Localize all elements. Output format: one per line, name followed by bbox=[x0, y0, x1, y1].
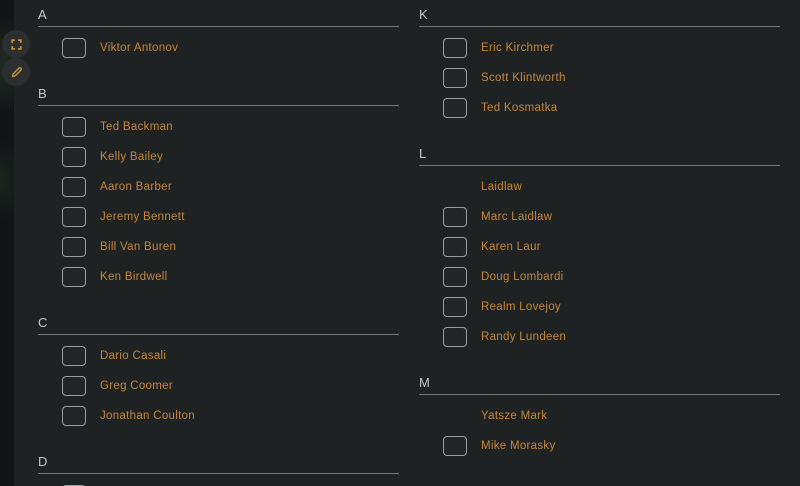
person-name: Marc Laidlaw bbox=[481, 210, 552, 224]
section-rows: Eric Kirchmer Scott Klintworth Ted Kosmatk… bbox=[419, 33, 780, 123]
person-name: Bill Van Buren bbox=[100, 240, 176, 254]
person-name: Ted Kosmatka bbox=[481, 101, 557, 115]
list-item: Viktor Antonov bbox=[38, 33, 399, 63]
list-item: Mike Morasky bbox=[419, 431, 780, 461]
checkbox[interactable] bbox=[62, 406, 86, 426]
checkbox[interactable] bbox=[62, 237, 86, 257]
person-name: Ken Birdwell bbox=[100, 270, 168, 284]
checkbox[interactable] bbox=[62, 346, 86, 366]
list-item: Jeremy Bennett bbox=[38, 202, 399, 232]
checkbox[interactable] bbox=[443, 267, 467, 287]
section-divider bbox=[419, 26, 780, 27]
person-name: Scott Klintworth bbox=[481, 71, 566, 85]
person-name: Viktor Antonov bbox=[100, 41, 178, 55]
person-name: Greg Coomer bbox=[100, 379, 173, 393]
section-rows: Viktor Antonov bbox=[38, 33, 399, 63]
list-item: Ted Backman bbox=[38, 112, 399, 142]
checkbox[interactable] bbox=[62, 147, 86, 167]
list-item: Ted Kosmatka bbox=[419, 93, 780, 123]
person-name: Dario Casali bbox=[100, 349, 166, 363]
list-item: Laura Dubuk bbox=[38, 480, 399, 486]
list-item: Realm Lovejoy bbox=[419, 292, 780, 322]
checkbox[interactable] bbox=[443, 68, 467, 88]
section-letter: L bbox=[419, 147, 780, 161]
section-divider bbox=[419, 394, 780, 395]
list-item: Yatsze Mark bbox=[419, 401, 780, 431]
section-letter: C bbox=[38, 316, 399, 330]
checkbox[interactable] bbox=[443, 327, 467, 347]
list-item: Jonathan Coulton bbox=[38, 401, 399, 431]
people-checklist: A Viktor Antonov B Ted Backman Kelly Bailey A… bbox=[38, 8, 780, 486]
section-letter: D bbox=[38, 455, 399, 469]
checkbox[interactable] bbox=[62, 177, 86, 197]
person-name: Randy Lundeen bbox=[481, 330, 566, 344]
person-name: Mike Morasky bbox=[481, 439, 556, 453]
checkbox[interactable] bbox=[443, 436, 467, 456]
section-letter: B bbox=[38, 87, 399, 101]
checkbox[interactable] bbox=[62, 117, 86, 137]
list-item: Randy Lundeen bbox=[419, 322, 780, 352]
section-divider bbox=[419, 165, 780, 166]
list-item: Greg Coomer bbox=[38, 371, 399, 401]
fullscreen-button[interactable] bbox=[2, 30, 30, 58]
column-right: K Eric Kirchmer Scott Klintworth Ted Kosmat… bbox=[419, 8, 780, 486]
list-item: Dario Casali bbox=[38, 341, 399, 371]
checkbox[interactable] bbox=[443, 38, 467, 58]
pencil-icon bbox=[10, 66, 23, 79]
list-item: Marc Laidlaw bbox=[419, 202, 780, 232]
section-divider bbox=[38, 473, 399, 474]
list-item: Kelly Bailey bbox=[38, 142, 399, 172]
letter-section: D Laura Dubuk bbox=[38, 455, 399, 486]
section-rows: Dario Casali Greg Coomer Jonathan Coulton bbox=[38, 341, 399, 431]
section-rows: Laura Dubuk bbox=[38, 480, 399, 486]
column-left: A Viktor Antonov B Ted Backman Kelly Bailey A… bbox=[38, 8, 399, 486]
list-item: Ken Birdwell bbox=[38, 262, 399, 292]
person-name: Kelly Bailey bbox=[100, 150, 163, 164]
person-name: Aaron Barber bbox=[100, 180, 172, 194]
page: A Viktor Antonov B Ted Backman Kelly Bailey A… bbox=[0, 0, 800, 486]
person-name: Karen Laur bbox=[481, 240, 541, 254]
section-letter: A bbox=[38, 8, 399, 22]
person-name: Realm Lovejoy bbox=[481, 300, 561, 314]
letter-section: M Yatsze Mark Mike Morasky bbox=[419, 376, 780, 461]
person-name: Jeremy Bennett bbox=[100, 210, 185, 224]
checkbox[interactable] bbox=[62, 267, 86, 287]
person-name: Doug Lombardi bbox=[481, 270, 564, 284]
letter-section: C Dario Casali Greg Coomer Jonathan Coulton bbox=[38, 316, 399, 431]
person-name: Laidlaw bbox=[481, 180, 522, 194]
list-item: Eric Kirchmer bbox=[419, 33, 780, 63]
section-rows: Laidlaw Marc Laidlaw Karen Laur Doug Lombar… bbox=[419, 172, 780, 352]
checkbox[interactable] bbox=[62, 38, 86, 58]
edit-button[interactable] bbox=[2, 58, 30, 86]
checkbox[interactable] bbox=[443, 297, 467, 317]
letter-section: B Ted Backman Kelly Bailey Aaron Barber Jere… bbox=[38, 87, 399, 292]
list-item: Bill Van Buren bbox=[38, 232, 399, 262]
list-item: Doug Lombardi bbox=[419, 262, 780, 292]
person-name: Ted Backman bbox=[100, 120, 173, 134]
list-item: Aaron Barber bbox=[38, 172, 399, 202]
checkbox[interactable] bbox=[443, 98, 467, 118]
section-letter: K bbox=[419, 8, 780, 22]
section-divider bbox=[38, 26, 399, 27]
person-name: Jonathan Coulton bbox=[100, 409, 195, 423]
checkbox[interactable] bbox=[443, 237, 467, 257]
list-item: Karen Laur bbox=[419, 232, 780, 262]
letter-section: L Laidlaw Marc Laidlaw Karen Laur Doug Lomba… bbox=[419, 147, 780, 352]
section-rows: Yatsze Mark Mike Morasky bbox=[419, 401, 780, 461]
checkbox[interactable] bbox=[443, 207, 467, 227]
section-rows: Ted Backman Kelly Bailey Aaron Barber Jerem… bbox=[38, 112, 399, 292]
letter-section: A Viktor Antonov bbox=[38, 8, 399, 63]
list-item: Scott Klintworth bbox=[419, 63, 780, 93]
section-letter: M bbox=[419, 376, 780, 390]
checkbox[interactable] bbox=[62, 207, 86, 227]
person-name: Yatsze Mark bbox=[481, 409, 547, 423]
section-divider bbox=[38, 105, 399, 106]
list-item: Laidlaw bbox=[419, 172, 780, 202]
letter-section: K Eric Kirchmer Scott Klintworth Ted Kosmat… bbox=[419, 8, 780, 123]
fullscreen-icon bbox=[10, 38, 23, 51]
person-name: Eric Kirchmer bbox=[481, 41, 554, 55]
section-divider bbox=[38, 334, 399, 335]
checkbox[interactable] bbox=[62, 376, 86, 396]
